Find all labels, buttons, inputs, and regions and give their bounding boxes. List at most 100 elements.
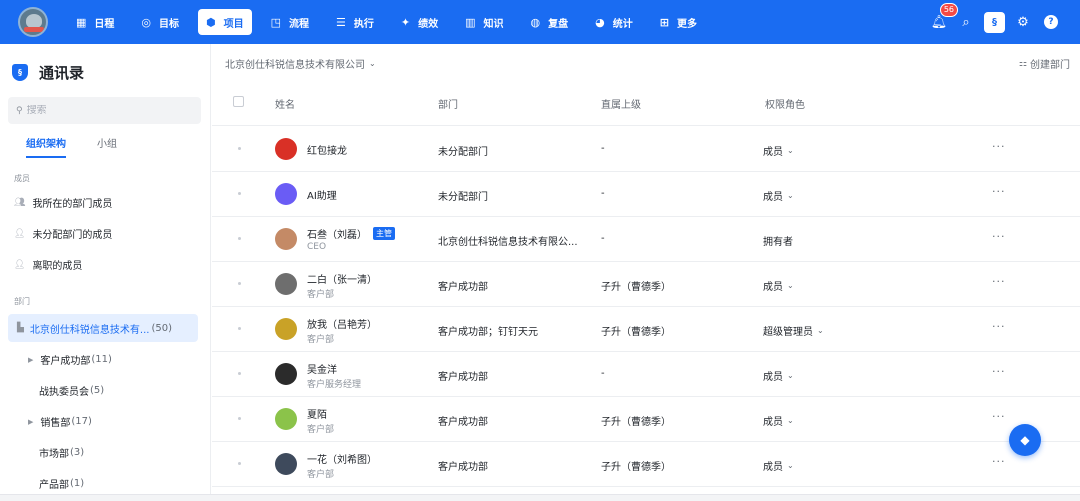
table-row[interactable]: 红包接龙 未分配部门 - 成员 ⌄ ···	[212, 127, 1080, 172]
more-options-icon[interactable]: ···	[992, 275, 1006, 288]
avatar[interactable]	[275, 273, 297, 295]
member-name[interactable]: 二白（张一清）	[307, 271, 377, 286]
member-name[interactable]: 红包接龙	[307, 142, 347, 157]
row-select-dot[interactable]	[238, 372, 241, 375]
member-dept: 客户成功部	[438, 462, 488, 473]
member-name[interactable]: AI助理	[307, 187, 337, 202]
nav-item-5[interactable]: ✦ 绩效	[393, 9, 446, 35]
company-selector[interactable]: 北京创仕科锐信息技术有限公司 ⌄	[225, 56, 376, 71]
role-selector[interactable]: 成员 ⌄	[763, 143, 794, 158]
member-title: 客户部	[307, 290, 335, 300]
help-icon[interactable]: ?	[1044, 15, 1058, 29]
nav-item-0[interactable]: ▦ 日程	[68, 9, 122, 35]
app-logo[interactable]	[18, 7, 48, 37]
more-options-icon[interactable]: ···	[992, 140, 1006, 153]
role-label: 超级管理员	[763, 327, 813, 338]
sidebar-item-company-root[interactable]: ▙ 北京创仕科锐信息技术有... (50)	[8, 314, 198, 342]
column-header-role[interactable]: 权限角色	[765, 96, 805, 111]
role-label: 成员	[763, 192, 783, 203]
column-header-manager[interactable]: 直属上级	[601, 96, 641, 111]
sidebar-dept-item[interactable]: 市场部 (3)	[39, 445, 84, 460]
sidebar-item-unassigned-members[interactable]: 👤︎ 未分配部门的成员	[14, 226, 112, 242]
nav-item-7[interactable]: ◍ 复盘	[523, 9, 577, 35]
column-header-dept[interactable]: 部门	[438, 96, 458, 111]
more-options-icon[interactable]: ···	[992, 230, 1006, 243]
search-box[interactable]: ⚲	[8, 97, 201, 124]
member-name[interactable]: 一花（刘希图）	[307, 451, 377, 466]
nav-item-3[interactable]: ◳ 流程	[263, 9, 317, 35]
avatar[interactable]	[275, 318, 297, 340]
table-row[interactable]: AI助理 未分配部门 - 成员 ⌄ ···	[212, 172, 1080, 217]
nav-item-4[interactable]: ☰ 执行	[328, 9, 382, 35]
table-row[interactable]: 吴金洋 客户服务经理 客户成功部 - 成员 ⌄ ···	[212, 352, 1080, 397]
role-selector[interactable]: 成员 ⌄	[763, 188, 794, 203]
sidebar-item-departed-members[interactable]: 👤︎ 离职的成员	[14, 257, 82, 273]
role-selector[interactable]: 成员 ⌄	[763, 278, 794, 293]
caret-right-icon[interactable]: ▶	[28, 356, 33, 364]
nav-item-9[interactable]: ⊞ 更多	[652, 9, 705, 35]
row-select-dot[interactable]	[238, 462, 241, 465]
member-name[interactable]: 放我（吕艳芳）	[307, 316, 377, 331]
users-icon: 👥︎	[14, 197, 26, 208]
more-options-icon[interactable]: ···	[992, 410, 1006, 423]
avatar[interactable]	[275, 408, 297, 430]
tab-org-structure[interactable]: 组织架构	[26, 135, 66, 150]
row-select-dot[interactable]	[238, 327, 241, 330]
table-row[interactable]: 放我（吕艳芳） 客户部 客户成功部；钉钉天元 子升（曹德季） 超级管理员 ⌄ ···	[212, 307, 1080, 352]
more-options-icon[interactable]: ···	[992, 320, 1006, 333]
avatar[interactable]	[275, 228, 297, 250]
avatar[interactable]	[275, 138, 297, 160]
members-section-label: 成员	[14, 174, 30, 183]
nav-item-8[interactable]: ◕ 统计	[587, 9, 641, 35]
nav-item-2[interactable]: ⬢ 项目	[198, 9, 252, 35]
row-select-dot[interactable]	[238, 417, 241, 420]
role-selector[interactable]: 成员 ⌄	[763, 368, 794, 383]
member-manager: -	[601, 188, 605, 199]
row-select-dot[interactable]	[238, 282, 241, 285]
column-header-name[interactable]: 姓名	[275, 96, 295, 111]
more-options-icon[interactable]: ···	[992, 185, 1006, 198]
nav-item-1[interactable]: ◎ 目标	[133, 9, 187, 35]
row-select-dot[interactable]	[238, 192, 241, 195]
select-all-checkbox[interactable]	[233, 96, 244, 107]
table-row[interactable]: 石叁（刘磊） 主管 CEO 北京创仕科锐信息技术有限公... - 拥有者 ···	[212, 217, 1080, 262]
nav-item-label: 知识	[483, 18, 504, 30]
avatar[interactable]	[275, 453, 297, 475]
member-name[interactable]: 石叁（刘磊） 主管	[307, 226, 395, 241]
nav-item-6[interactable]: ▥ 知识	[457, 9, 511, 35]
sidebar-dept-item[interactable]: 战执委员会 (5)	[39, 383, 104, 398]
member-name-text: 夏陌	[307, 410, 327, 421]
notification-bell-icon[interactable]: 🔔︎ 56	[930, 3, 958, 31]
sidebar-header: § 通讯录	[12, 62, 84, 83]
settings-gear-icon[interactable]: ⚙	[1014, 13, 1032, 31]
caret-right-icon[interactable]: ▶	[28, 418, 33, 426]
avatar[interactable]	[275, 183, 297, 205]
workspace-icon[interactable]: §	[984, 11, 1005, 33]
role-selector[interactable]: 成员 ⌄	[763, 458, 794, 473]
member-name-text: 二白（张一清）	[307, 275, 377, 286]
member-name[interactable]: 夏陌	[307, 406, 327, 421]
tab-groups[interactable]: 小组	[97, 135, 117, 150]
create-dept-button[interactable]: ⚏ 创建部门	[1019, 56, 1070, 72]
more-options-icon[interactable]: ···	[992, 365, 1006, 378]
dept-count: (1)	[70, 478, 85, 489]
role-selector[interactable]: 超级管理员 ⌄	[763, 323, 824, 338]
table-row[interactable]: 一花（刘希图） 客户部 客户成功部 子升（曹德季） 成员 ⌄ ···	[212, 442, 1080, 487]
row-select-dot[interactable]	[238, 237, 241, 240]
table-row[interactable]: 夏陌 客户部 客户成功部 子升（曹德季） 成员 ⌄ ···	[212, 397, 1080, 442]
avatar[interactable]	[275, 363, 297, 385]
bottom-scroll-bar[interactable]	[0, 494, 1080, 501]
sidebar-item-my-dept-members[interactable]: 👥︎ 我所在的部门成员	[14, 195, 112, 211]
sidebar-dept-item[interactable]: 产品部 (1)	[39, 476, 84, 491]
assistant-fab-button[interactable]: ◆	[1009, 424, 1041, 456]
more-options-icon[interactable]: ···	[992, 455, 1006, 468]
sidebar-dept-item[interactable]: ▶ 销售部 (17)	[28, 414, 92, 429]
search-input[interactable]	[26, 105, 187, 116]
search-icon[interactable]: ⌕	[957, 13, 975, 31]
row-select-dot[interactable]	[238, 147, 241, 150]
sidebar-dept-item[interactable]: ▶ 客户成功部 (11)	[28, 352, 112, 367]
manager-tag: 主管	[373, 227, 395, 240]
table-row[interactable]: 二白（张一清） 客户部 客户成功部 子升（曹德季） 成员 ⌄ ···	[212, 262, 1080, 307]
member-name[interactable]: 吴金洋	[307, 361, 337, 376]
role-selector[interactable]: 成员 ⌄	[763, 413, 794, 428]
